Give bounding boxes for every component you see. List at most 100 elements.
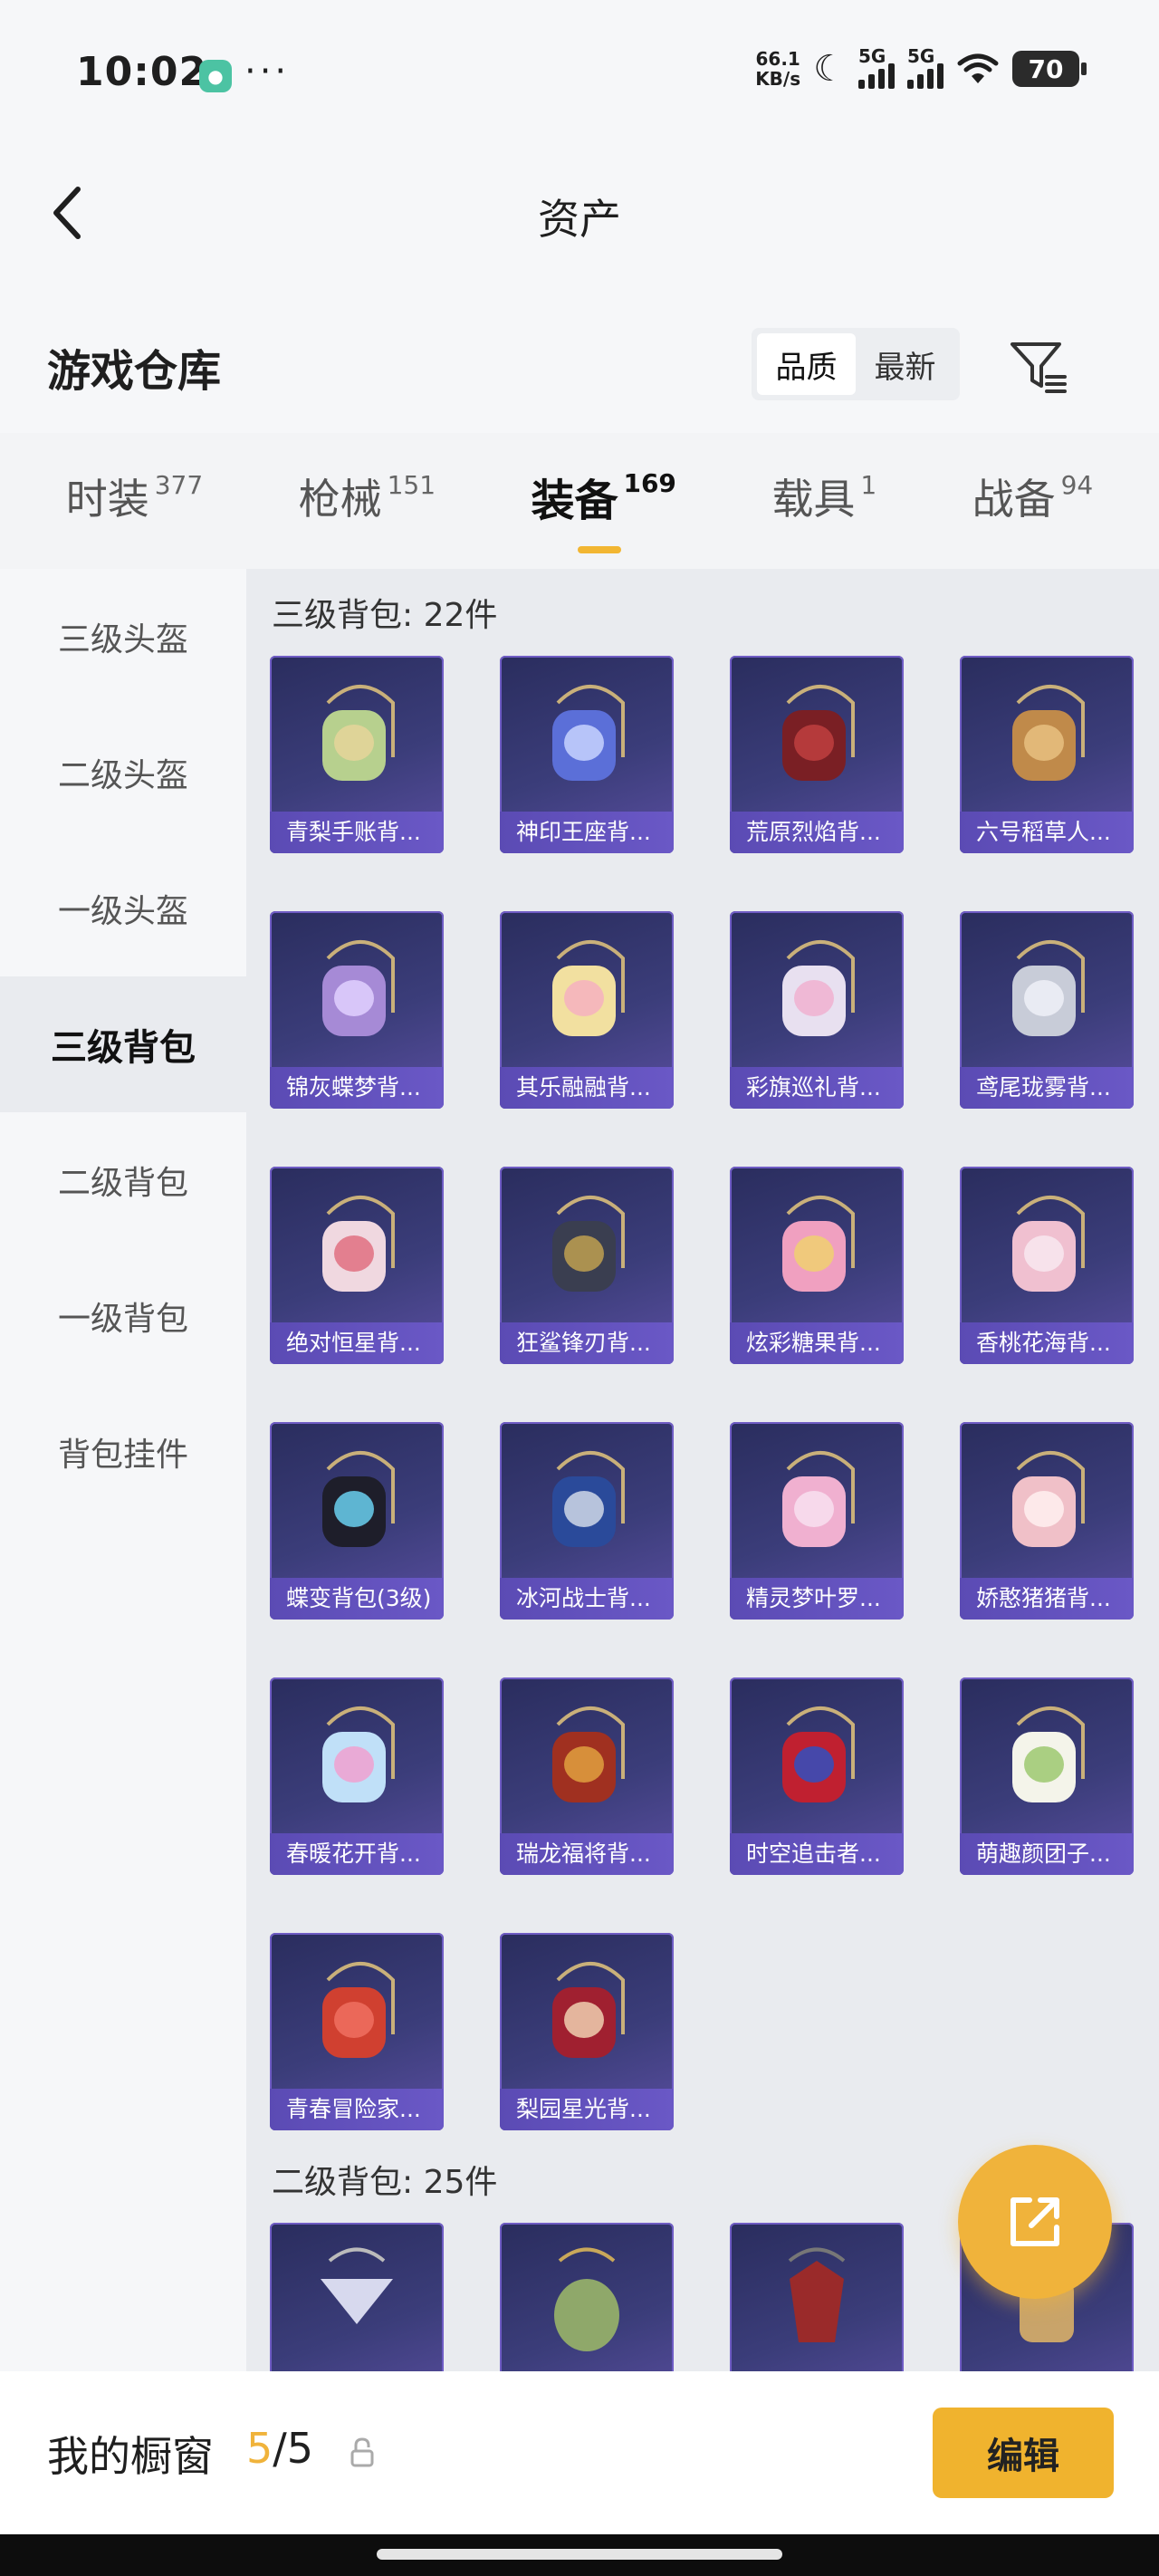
backpack-image [322,685,395,781]
backpack-image [782,1706,855,1802]
signal-tag: 5G [858,45,886,67]
tab-count: 169 [623,468,676,498]
item-name: 冰河战士背... [500,1578,674,1620]
share-button[interactable] [958,2145,1112,2299]
item-name: 狂鲨锋刃背... [500,1322,674,1364]
item-card[interactable]: 锦灰蝶梦背... [270,911,444,1109]
sidebar-item-level1-helmet[interactable]: 一级头盔 [0,841,246,976]
backpack-image [552,1196,625,1292]
item-card[interactable]: 冰河战士背... [500,1422,674,1620]
item-card[interactable]: 炫彩糖果背... [730,1167,904,1364]
item-card[interactable] [730,2223,904,2371]
item-card[interactable]: 鸢尾珑雾背... [960,911,1134,1109]
item-name: 鸢尾珑雾背... [960,1067,1134,1109]
tab-equipment[interactable]: 装备 169 [531,465,676,553]
share-icon [1011,2197,1059,2246]
backpack-image [782,1451,855,1547]
item-card[interactable]: 绝对恒星背... [270,1167,444,1364]
item-card[interactable]: 青梨手账背... [270,656,444,853]
tab-count: 1 [860,470,877,500]
item-name: 锦灰蝶梦背... [270,1067,444,1109]
tab-vehicles[interactable]: 载具 1 [771,466,876,535]
navigation-strip [0,2534,1159,2576]
sidebar: 三级头盔 二级头盔 一级头盔 三级背包 二级背包 一级背包 背包挂件 [0,569,246,2371]
showcase-current: 5 [246,2424,273,2473]
filter-icon[interactable] [1007,335,1070,399]
item-card[interactable]: 青春冒险家... [270,1933,444,2130]
backpack-image [552,1451,625,1547]
backpack-image [782,940,855,1036]
item-name: 精灵梦叶罗... [730,1578,904,1620]
item-card[interactable] [270,2223,444,2371]
edit-button[interactable]: 编辑 [933,2408,1114,2498]
tab-count: 94 [1060,470,1094,500]
nav-bar: 资产 [0,145,1159,281]
item-card[interactable]: 娇憨猪猪背... [960,1422,1134,1620]
tab-guns[interactable]: 枪械 151 [299,466,436,535]
item-name: 其乐融融背... [500,1067,674,1109]
backpack-image [1012,1451,1085,1547]
item-card[interactable]: 狂鲨锋刃背... [500,1167,674,1364]
sort-quality-button[interactable]: 品质 [757,333,856,395]
item-card[interactable]: 蝶变背包(3级) [270,1422,444,1620]
signal-icon: 5G [858,45,895,89]
item-card[interactable]: 六号稻草人... [960,656,1134,853]
item-card[interactable]: 时空追击者... [730,1677,904,1875]
backpack-image [1012,1196,1085,1292]
moon-icon: ☾ [813,48,846,90]
item-name: 香桃花海背... [960,1322,1134,1364]
item-card[interactable]: 精灵梦叶罗... [730,1422,904,1620]
home-indicator[interactable] [377,2549,782,2560]
item-card[interactable]: 梨园星光背... [500,1933,674,2130]
net-speed-unit: KB/s [755,68,801,90]
item-card[interactable]: 神印王座背... [500,656,674,853]
item-card[interactable] [500,2223,674,2371]
backpack-image [552,1706,625,1802]
item-name: 荒原烈焰背... [730,812,904,853]
sidebar-item-level3-backpack[interactable]: 三级背包 [0,976,246,1112]
sidebar-item-level3-helmet[interactable]: 三级头盔 [0,569,246,705]
item-name: 彩旗巡礼背... [730,1067,904,1109]
sidebar-item-level2-backpack[interactable]: 二级背包 [0,1112,246,1248]
item-card[interactable]: 其乐融融背... [500,911,674,1109]
item-card[interactable]: 彩旗巡礼背... [730,911,904,1109]
warehouse-title: 游戏仓库 [47,346,222,397]
tab-count: 151 [387,470,436,500]
section-title-level3-backpack: 三级背包: 22件 [272,597,498,634]
tab-label: 枪械 [298,475,382,524]
item-card[interactable]: 春暖花开背... [270,1677,444,1875]
item-name: 萌趣颜团子... [960,1833,1134,1875]
backpack-image [554,2247,619,2351]
backpack-image [322,940,395,1036]
item-name: 瑞龙福将背... [500,1833,674,1875]
status-bar: 10:02 ● ··· 66.1 KB/s ☾ 5G 5G 70 [0,0,1159,145]
sidebar-item-backpack-charms[interactable]: 背包挂件 [0,1384,246,1520]
tab-label: 战备 [972,475,1056,524]
item-card[interactable]: 瑞龙福将背... [500,1677,674,1875]
showcase-bar: 我的橱窗 5/5 编辑 [0,2371,1159,2534]
backpack-image [782,685,855,781]
tab-label: 载具 [771,475,856,524]
backpack-image [552,940,625,1036]
item-name: 青春冒险家... [270,2089,444,2130]
item-card[interactable]: 萌趣颜团子... [960,1677,1134,1875]
backpack-image [322,1706,395,1802]
tab-fashion[interactable]: 时装 377 [66,466,203,535]
item-grid: 青梨手账背... 神印王座背... 荒原烈焰背... 六号稻草人... 锦灰蝶梦背...… [270,656,1134,2130]
backpack-image [1012,1706,1085,1802]
tab-label: 装备 [531,476,618,526]
backpack-image [1012,940,1085,1036]
tab-gear[interactable]: 战备 94 [972,466,1094,535]
backpack-image [321,2247,393,2324]
more-dots-icon: ··· [244,51,291,92]
item-card[interactable]: 荒原烈焰背... [730,656,904,853]
item-name: 绝对恒星背... [270,1322,444,1364]
sidebar-item-level1-backpack[interactable]: 一级背包 [0,1248,246,1384]
sort-newest-button[interactable]: 最新 [856,333,954,395]
item-name: 六号稻草人... [960,812,1134,853]
signal-tag: 5G [907,45,935,67]
sidebar-item-level2-helmet[interactable]: 二级头盔 [0,705,246,841]
item-card[interactable]: 香桃花海背... [960,1167,1134,1364]
net-speed: 66.1 KB/s [755,49,800,89]
backpack-image [322,1451,395,1547]
